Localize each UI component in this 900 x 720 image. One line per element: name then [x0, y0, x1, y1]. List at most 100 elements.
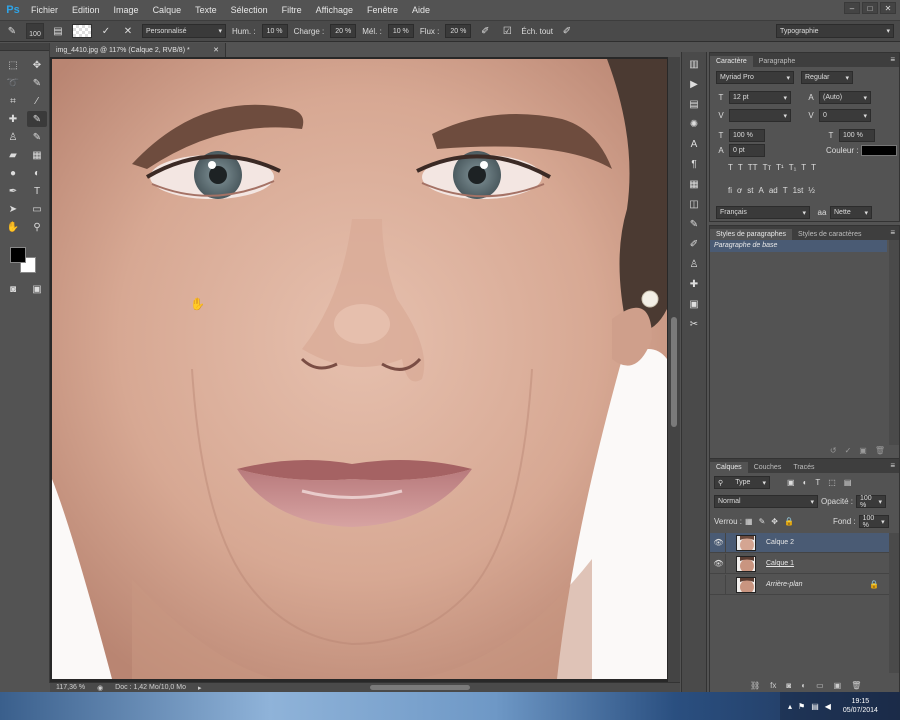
vertical-scale-field[interactable]: 100 % — [729, 129, 765, 142]
screen-mode-icon[interactable]: ▣ — [27, 281, 47, 297]
layer-filter-select[interactable]: ⚲ Type ▾ — [714, 476, 770, 489]
ordinals-button[interactable]: 1st — [793, 186, 804, 195]
marquee-tool-icon[interactable]: ⬚ — [3, 57, 23, 73]
lock-image-icon[interactable]: ✎ — [759, 517, 766, 526]
faux-italic-button[interactable]: T — [738, 163, 743, 172]
pen-tool-icon[interactable]: ✒ — [3, 183, 23, 199]
volume-icon[interactable]: ◀ — [825, 702, 831, 711]
small-caps-button[interactable]: Tт — [763, 163, 772, 172]
fill-field[interactable]: 100 % ▾ — [858, 515, 889, 529]
hand-tool-icon[interactable]: ✋ — [3, 219, 23, 235]
layer-name[interactable]: Calque 1 — [766, 560, 794, 567]
move-tool-icon[interactable]: ✥ — [27, 57, 47, 73]
eraser-tool-icon[interactable]: ▰ — [3, 147, 23, 163]
history-panel-icon[interactable]: ▥ — [685, 56, 703, 72]
new-group-icon[interactable]: ▭ — [816, 681, 824, 690]
tab-caractere[interactable]: Caractère — [710, 56, 753, 67]
minimize-button[interactable]: – — [844, 2, 860, 14]
airbrush-icon[interactable]: ✐ — [477, 23, 493, 39]
new-layer-icon[interactable]: ▣ — [834, 681, 842, 690]
lock-transparent-icon[interactable]: ▦ — [745, 517, 753, 526]
portrait-photo[interactable]: ✋ — [52, 59, 667, 679]
menu-fenetre[interactable]: Fenêtre — [360, 5, 405, 15]
brush-size-picker[interactable]: 100 — [26, 23, 44, 39]
load-brush-icon[interactable]: ✓ — [98, 23, 114, 39]
vertical-scroll-thumb[interactable] — [671, 317, 677, 427]
menu-fichier[interactable]: Fichier — [24, 5, 65, 15]
document-tab[interactable]: img_4410.jpg @ 117% (Calque 2, RVB/8) * … — [50, 43, 226, 57]
all-caps-button[interactable]: TT — [748, 163, 758, 172]
current-brush-load-swatch[interactable] — [72, 24, 92, 38]
quick-select-tool-icon[interactable]: ✎ — [27, 75, 47, 91]
crop-tool-icon[interactable]: ⌗ — [3, 93, 23, 109]
filter-type-icon[interactable]: T — [815, 478, 820, 487]
lasso-tool-icon[interactable]: ➰ — [3, 75, 23, 91]
layers-scrollbar[interactable] — [889, 533, 899, 673]
link-layers-icon[interactable]: ⛓ — [750, 681, 760, 690]
gradient-tool-icon[interactable]: ▦ — [27, 147, 47, 163]
swatches-icon[interactable]: ▦ — [685, 176, 703, 192]
new-style-icon[interactable]: ▣ — [859, 446, 867, 455]
blend-combination-select[interactable]: Personnalisé ▾ — [142, 24, 226, 38]
leading-field[interactable]: (Auto) ▾ — [819, 91, 871, 104]
path-selection-tool-icon[interactable]: ➤ — [3, 201, 23, 217]
brush-tool-icon[interactable]: ✎ — [27, 111, 47, 127]
kerning-field[interactable]: ▾ — [729, 109, 791, 122]
delete-style-icon[interactable]: 🗑 — [875, 446, 885, 455]
tab-traces[interactable]: Tracés — [787, 462, 820, 473]
clear-override-icon[interactable]: ↺ — [830, 446, 837, 455]
brush-panel-icon[interactable]: ▤ — [50, 23, 66, 39]
styles-icon[interactable]: ◫ — [685, 196, 703, 212]
tab-styles-paragraphes[interactable]: Styles de paragraphes — [710, 229, 793, 240]
menu-selection[interactable]: Sélection — [224, 5, 275, 15]
layer-style-icon[interactable]: fx — [770, 681, 776, 690]
canvas-area[interactable]: ✋ — [50, 57, 680, 682]
menu-aide[interactable]: Aide — [405, 5, 437, 15]
info-panel-icon[interactable]: ▣ — [685, 296, 703, 312]
titling-alternates-button[interactable]: T — [783, 186, 788, 195]
paragraph-panel-icon[interactable]: ¶ — [685, 156, 703, 172]
stylistic-alternates-button[interactable]: ad — [769, 186, 778, 195]
toolbox-grip[interactable] — [0, 43, 49, 51]
paragraph-styles-scrollbar[interactable] — [889, 240, 899, 445]
layer-comps-icon[interactable]: ▤ — [685, 96, 703, 112]
language-select[interactable]: Français ▾ — [716, 206, 810, 219]
filter-shape-icon[interactable]: ⬚ — [828, 478, 836, 487]
clean-brush-icon[interactable]: ✕ — [120, 23, 136, 39]
brush-presets-icon[interactable]: ✎ — [685, 216, 703, 232]
panel-menu-icon[interactable]: ≡ — [890, 228, 895, 237]
subscript-button[interactable]: T₁ — [789, 163, 797, 172]
flux-field[interactable]: 20 % — [445, 24, 472, 38]
status-info-icon[interactable]: ◉ — [97, 684, 103, 692]
font-size-field[interactable]: 12 pt ▾ — [729, 91, 791, 104]
adjustments-icon[interactable]: ✺ — [685, 116, 703, 132]
old-style-button[interactable]: ơ — [737, 186, 742, 195]
history-brush-tool-icon[interactable]: ✎ — [27, 129, 47, 145]
layer-row[interactable]: 👁 Calque 1 — [710, 553, 889, 574]
quick-mask-icon[interactable]: ◙ — [3, 281, 23, 297]
dodge-tool-icon[interactable]: ◐ — [27, 165, 47, 181]
clock[interactable]: 19:15 05/07/2014 — [843, 697, 878, 715]
panel-menu-icon[interactable]: ≡ — [890, 461, 895, 470]
font-family-select[interactable]: Myriad Pro ▾ — [716, 71, 794, 84]
vertical-scrollbar[interactable] — [668, 57, 680, 682]
eyedropper-tool-icon[interactable]: ⁄ — [27, 93, 47, 109]
clone-source-icon[interactable]: ♙ — [685, 256, 703, 272]
tool-presets-icon[interactable]: ✚ — [685, 276, 703, 292]
shape-tool-icon[interactable]: ▭ — [27, 201, 47, 217]
visibility-eye-icon[interactable]: 👁 — [712, 553, 726, 574]
panel-menu-icon[interactable]: ≡ — [890, 55, 895, 64]
font-style-select[interactable]: Regular ▾ — [801, 71, 853, 84]
horizontal-scale-field[interactable]: 100 % — [839, 129, 875, 142]
add-mask-icon[interactable]: ◙ — [786, 681, 791, 690]
close-button[interactable]: ✕ — [880, 2, 896, 14]
close-document-icon[interactable]: ✕ — [213, 46, 219, 54]
sample-all-checkbox[interactable]: ☑ — [499, 23, 515, 39]
zoom-level[interactable]: 117,36 % — [56, 684, 85, 691]
type-tool-icon[interactable]: T — [27, 183, 47, 199]
actions-play-icon[interactable]: ▶ — [685, 76, 703, 92]
tab-paragraphe[interactable]: Paragraphe — [753, 56, 802, 67]
visibility-eye-icon[interactable]: 👁 — [712, 532, 726, 553]
tab-couches[interactable]: Couches — [748, 462, 788, 473]
layer-row[interactable]: 👁 Calque 2 — [710, 532, 889, 553]
